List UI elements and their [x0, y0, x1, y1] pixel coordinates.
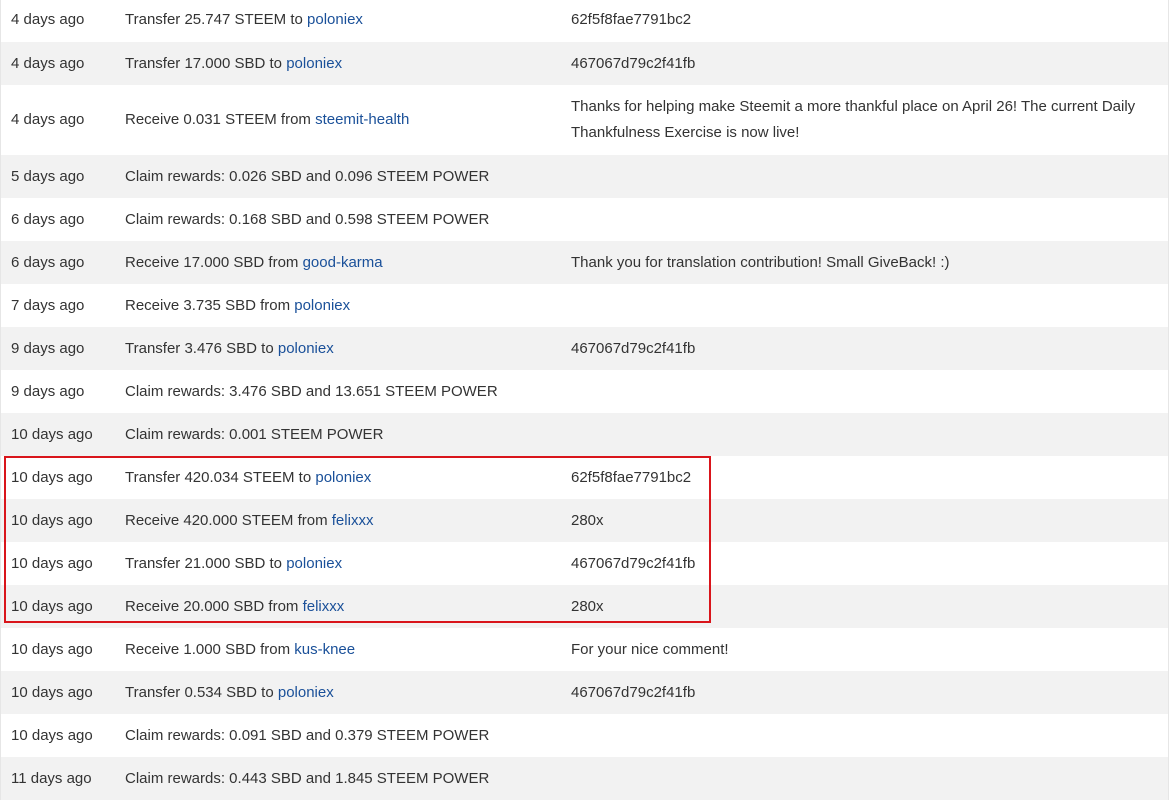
table-row: 5 days ago Claim rewards: 0.026 SBD and … [0, 155, 1169, 198]
table-row: 6 days ago Claim rewards: 0.168 SBD and … [0, 198, 1169, 241]
user-link[interactable]: good-karma [303, 254, 383, 271]
operation-text: Receive 17.000 SBD from [125, 253, 303, 271]
row-date: 4 days ago [11, 111, 85, 128]
row-operation: Transfer 0.534 SBD to poloniex [115, 680, 561, 706]
row-operation: Transfer 17.000 SBD to poloniex [115, 51, 561, 77]
row-operation: Claim rewards: 0.001 STEEM POWER [115, 422, 561, 448]
operation-text: Claim rewards: 0.001 STEEM POWER [125, 425, 384, 443]
row-date: 6 days ago [11, 210, 85, 228]
row-operation: Claim rewards: 3.476 SBD and 13.651 STEE… [115, 379, 561, 405]
row-date: 5 days ago [11, 167, 85, 185]
user-link[interactable]: poloniex [286, 555, 342, 572]
operation-text: Receive 3.735 SBD from [125, 296, 295, 314]
row-date: 10 days ago [11, 640, 93, 658]
row-date: 10 days ago [11, 726, 93, 744]
operation-text: Claim rewards: 0.168 SBD and 0.598 STEEM… [125, 210, 490, 228]
operation-text: Receive 1.000 SBD from [125, 640, 295, 658]
table-row: 10 days ago Transfer 21.000 SBD to polon… [0, 542, 1169, 585]
operation-text: Claim rewards: 0.026 SBD and 0.096 STEEM… [125, 167, 490, 185]
operation-text: Transfer 21.000 SBD to [125, 554, 287, 572]
row-operation: Claim rewards: 0.026 SBD and 0.096 STEEM… [115, 164, 561, 190]
operation-text: Transfer 420.034 STEEM to [125, 468, 316, 486]
row-operation: Claim rewards: 0.091 SBD and 0.379 STEEM… [115, 723, 561, 749]
row-date: 10 days ago [11, 554, 93, 572]
user-link[interactable]: poloniex [286, 55, 342, 72]
user-link[interactable]: poloniex [278, 684, 334, 701]
row-date: 10 days ago [11, 425, 93, 443]
row-date: 10 days ago [11, 511, 93, 529]
operation-text: Transfer 17.000 SBD to [125, 54, 287, 72]
table-row: 7 days ago Receive 3.735 SBD from poloni… [0, 284, 1169, 327]
row-date: 7 days ago [11, 296, 85, 314]
row-operation: Transfer 420.034 STEEM to poloniex [115, 465, 561, 491]
row-operation: Claim rewards: 0.168 SBD and 0.598 STEEM… [115, 207, 561, 233]
row-memo: Thanks for helping make Steemit a more t… [571, 98, 1136, 141]
operation-text: Receive 420.000 STEEM from [125, 511, 332, 529]
row-operation: Claim rewards: 0.443 SBD and 1.845 STEEM… [115, 766, 561, 792]
row-memo: 467067d79c2f41fb [571, 339, 696, 357]
row-memo: 467067d79c2f41fb [571, 554, 696, 572]
row-date: 9 days ago [11, 382, 85, 400]
row-operation: Receive 1.000 SBD from kus-knee [115, 637, 561, 663]
operation-text: Receive 20.000 SBD from [125, 597, 303, 615]
row-memo: Thank you for translation contribution! … [571, 253, 950, 271]
row-operation: Receive 17.000 SBD from good-karma [115, 250, 561, 276]
user-link[interactable]: poloniex [294, 297, 350, 314]
row-date: 10 days ago [11, 683, 93, 701]
row-memo: For your nice comment! [571, 640, 729, 658]
row-operation: Receive 0.031 STEEM from steemit-health [115, 107, 561, 133]
table-row: 10 days ago Receive 1.000 SBD from kus-k… [0, 628, 1169, 671]
operation-text: Transfer 0.534 SBD to [125, 683, 278, 701]
row-date: 10 days ago [11, 597, 93, 615]
row-operation: Transfer 3.476 SBD to poloniex [115, 336, 561, 362]
user-link[interactable]: poloniex [315, 469, 371, 486]
operation-text: Claim rewards: 0.443 SBD and 1.845 STEEM… [125, 769, 490, 787]
table-row: 10 days ago Receive 420.000 STEEM from f… [0, 499, 1169, 542]
operation-text: Transfer 25.747 STEEM to [125, 11, 308, 28]
operation-text: Claim rewards: 0.091 SBD and 0.379 STEEM… [125, 726, 490, 744]
row-memo: 467067d79c2f41fb [571, 54, 696, 72]
table-row: 10 days ago Transfer 420.034 STEEM to po… [0, 456, 1169, 499]
user-link[interactable]: felixxx [303, 598, 345, 615]
table-row: 10 days ago Claim rewards: 0.091 SBD and… [0, 714, 1169, 757]
table-row: 10 days ago Receive 20.000 SBD from feli… [0, 585, 1169, 628]
user-link[interactable]: kus-knee [294, 641, 355, 658]
operation-text: Transfer 3.476 SBD to [125, 339, 278, 357]
table-row: 9 days ago Claim rewards: 3.476 SBD and … [0, 370, 1169, 413]
row-memo: 62f5f8fae7791bc2 [571, 468, 692, 486]
table-row: 10 days ago Transfer 0.534 SBD to poloni… [0, 671, 1169, 714]
row-memo: 280x [571, 511, 604, 529]
table-row: 4 days ago Transfer 17.000 SBD to poloni… [0, 42, 1169, 85]
row-memo: 467067d79c2f41fb [571, 683, 696, 701]
table-row: 9 days ago Transfer 3.476 SBD to polonie… [0, 327, 1169, 370]
row-date: 9 days ago [11, 339, 85, 357]
row-operation: Transfer 25.747 STEEM to poloniex [115, 7, 561, 33]
table-row: 11 days ago Claim rewards: 0.443 SBD and… [0, 757, 1169, 800]
row-date: 6 days ago [11, 253, 85, 271]
user-link[interactable]: poloniex [307, 11, 363, 28]
row-date: 11 days ago [11, 769, 92, 787]
user-link[interactable]: poloniex [278, 340, 334, 357]
row-memo: 62f5f8fae7791bc2 [571, 11, 692, 28]
table-row: 4 days ago Transfer 25.747 STEEM to polo… [0, 0, 1169, 42]
row-date: 4 days ago [11, 54, 85, 72]
row-operation: Receive 20.000 SBD from felixxx [115, 594, 561, 620]
table-row: 10 days ago Claim rewards: 0.001 STEEM P… [0, 413, 1169, 456]
table-row: 6 days ago Receive 17.000 SBD from good-… [0, 241, 1169, 284]
user-link[interactable]: felixxx [332, 512, 374, 529]
row-operation: Receive 3.735 SBD from poloniex [115, 293, 561, 319]
row-date: 10 days ago [11, 468, 93, 486]
operation-text: Claim rewards: 3.476 SBD and 13.651 STEE… [125, 382, 498, 400]
transfer-history-table: 4 days ago Transfer 25.747 STEEM to polo… [0, 0, 1169, 800]
user-link[interactable]: steemit-health [315, 111, 409, 128]
operation-text: Receive 0.031 STEEM from [125, 111, 316, 128]
row-operation: Receive 420.000 STEEM from felixxx [115, 508, 561, 534]
row-date: 4 days ago [11, 11, 85, 28]
table-row: 4 days ago Receive 0.031 STEEM from stee… [0, 85, 1169, 155]
row-operation: Transfer 21.000 SBD to poloniex [115, 551, 561, 577]
row-memo: 280x [571, 597, 604, 615]
